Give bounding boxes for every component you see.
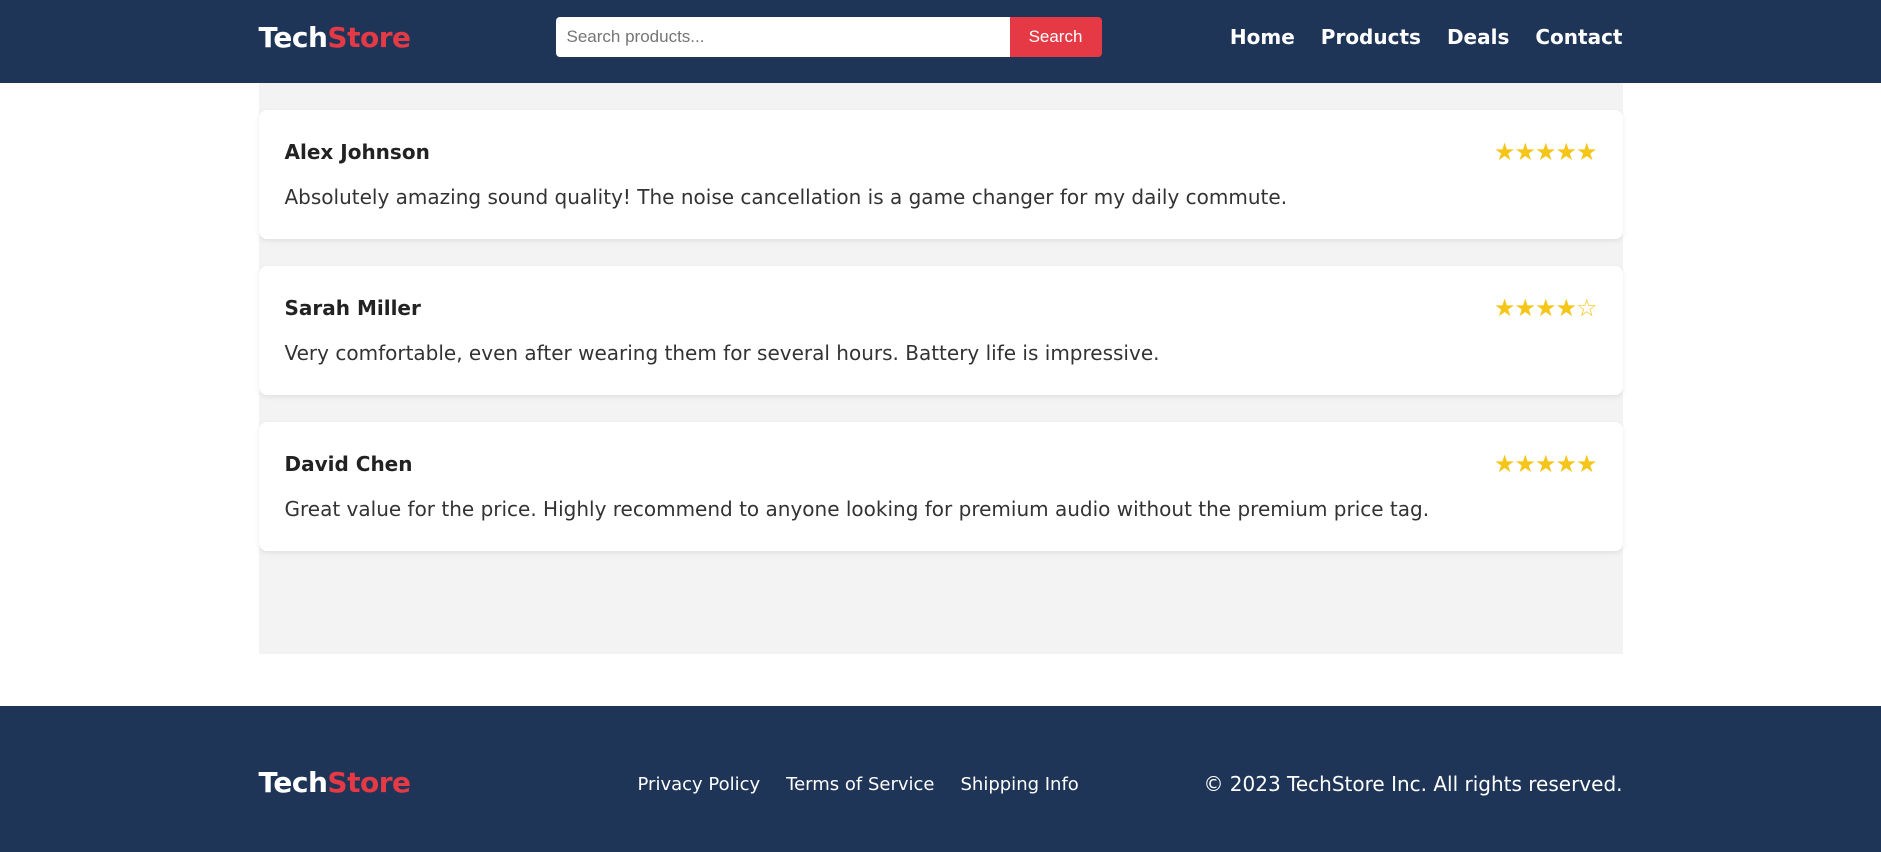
review-text: Very comfortable, even after wearing the…	[284, 341, 1160, 365]
brand-logo[interactable]: TechStore	[258, 21, 412, 54]
brand-logo-part1: Tech	[258, 21, 328, 54]
search-bar: Search	[555, 17, 1102, 57]
footer-brand-logo[interactable]: TechStore	[258, 766, 412, 799]
footer-link-terms[interactable]: Terms of Service	[786, 774, 934, 795]
footer-logo-part2: Store	[327, 766, 411, 799]
site-header: TechStore Search Home Products Deals Con…	[0, 0, 1881, 83]
reviewer-name: Sarah Miller	[284, 296, 421, 320]
search-input[interactable]	[555, 17, 1010, 57]
footer-container: TechStore Privacy Policy Terms of Servic…	[259, 706, 1623, 852]
review-card: Alex Johnson ★★★★★ Absolutely amazing so…	[258, 110, 1623, 239]
review-text: Absolutely amazing sound quality! The no…	[284, 185, 1288, 209]
nav-products[interactable]: Products	[1321, 25, 1421, 49]
star-rating: ★★★★☆	[1493, 294, 1598, 322]
nav-home[interactable]: Home	[1230, 25, 1295, 49]
site-footer: TechStore Privacy Policy Terms of Servic…	[0, 706, 1881, 852]
nav-deals[interactable]: Deals	[1447, 25, 1509, 49]
reviews-section: Alex Johnson ★★★★★ Absolutely amazing so…	[258, 83, 1623, 654]
copyright-text: © 2023 TechStore Inc. All rights reserve…	[1203, 772, 1623, 796]
search-button[interactable]: Search	[1009, 17, 1102, 57]
footer-link-shipping[interactable]: Shipping Info	[961, 774, 1079, 795]
footer-links: Privacy Policy Terms of Service Shipping…	[638, 774, 1079, 795]
review-card: David Chen ★★★★★ Great value for the pri…	[258, 422, 1623, 551]
main-nav: Home Products Deals Contact	[1230, 25, 1623, 49]
reviewer-name: David Chen	[284, 452, 413, 476]
footer-link-privacy[interactable]: Privacy Policy	[638, 774, 761, 795]
header-container: TechStore Search Home Products Deals Con…	[259, 0, 1623, 83]
review-text: Great value for the price. Highly recomm…	[284, 497, 1430, 521]
star-rating: ★★★★★	[1493, 138, 1598, 166]
brand-logo-part2: Store	[327, 21, 411, 54]
star-rating: ★★★★★	[1493, 450, 1598, 478]
footer-logo-part1: Tech	[258, 766, 328, 799]
review-card: Sarah Miller ★★★★☆ Very comfortable, eve…	[258, 266, 1623, 395]
reviewer-name: Alex Johnson	[284, 140, 430, 164]
nav-contact[interactable]: Contact	[1535, 25, 1622, 49]
